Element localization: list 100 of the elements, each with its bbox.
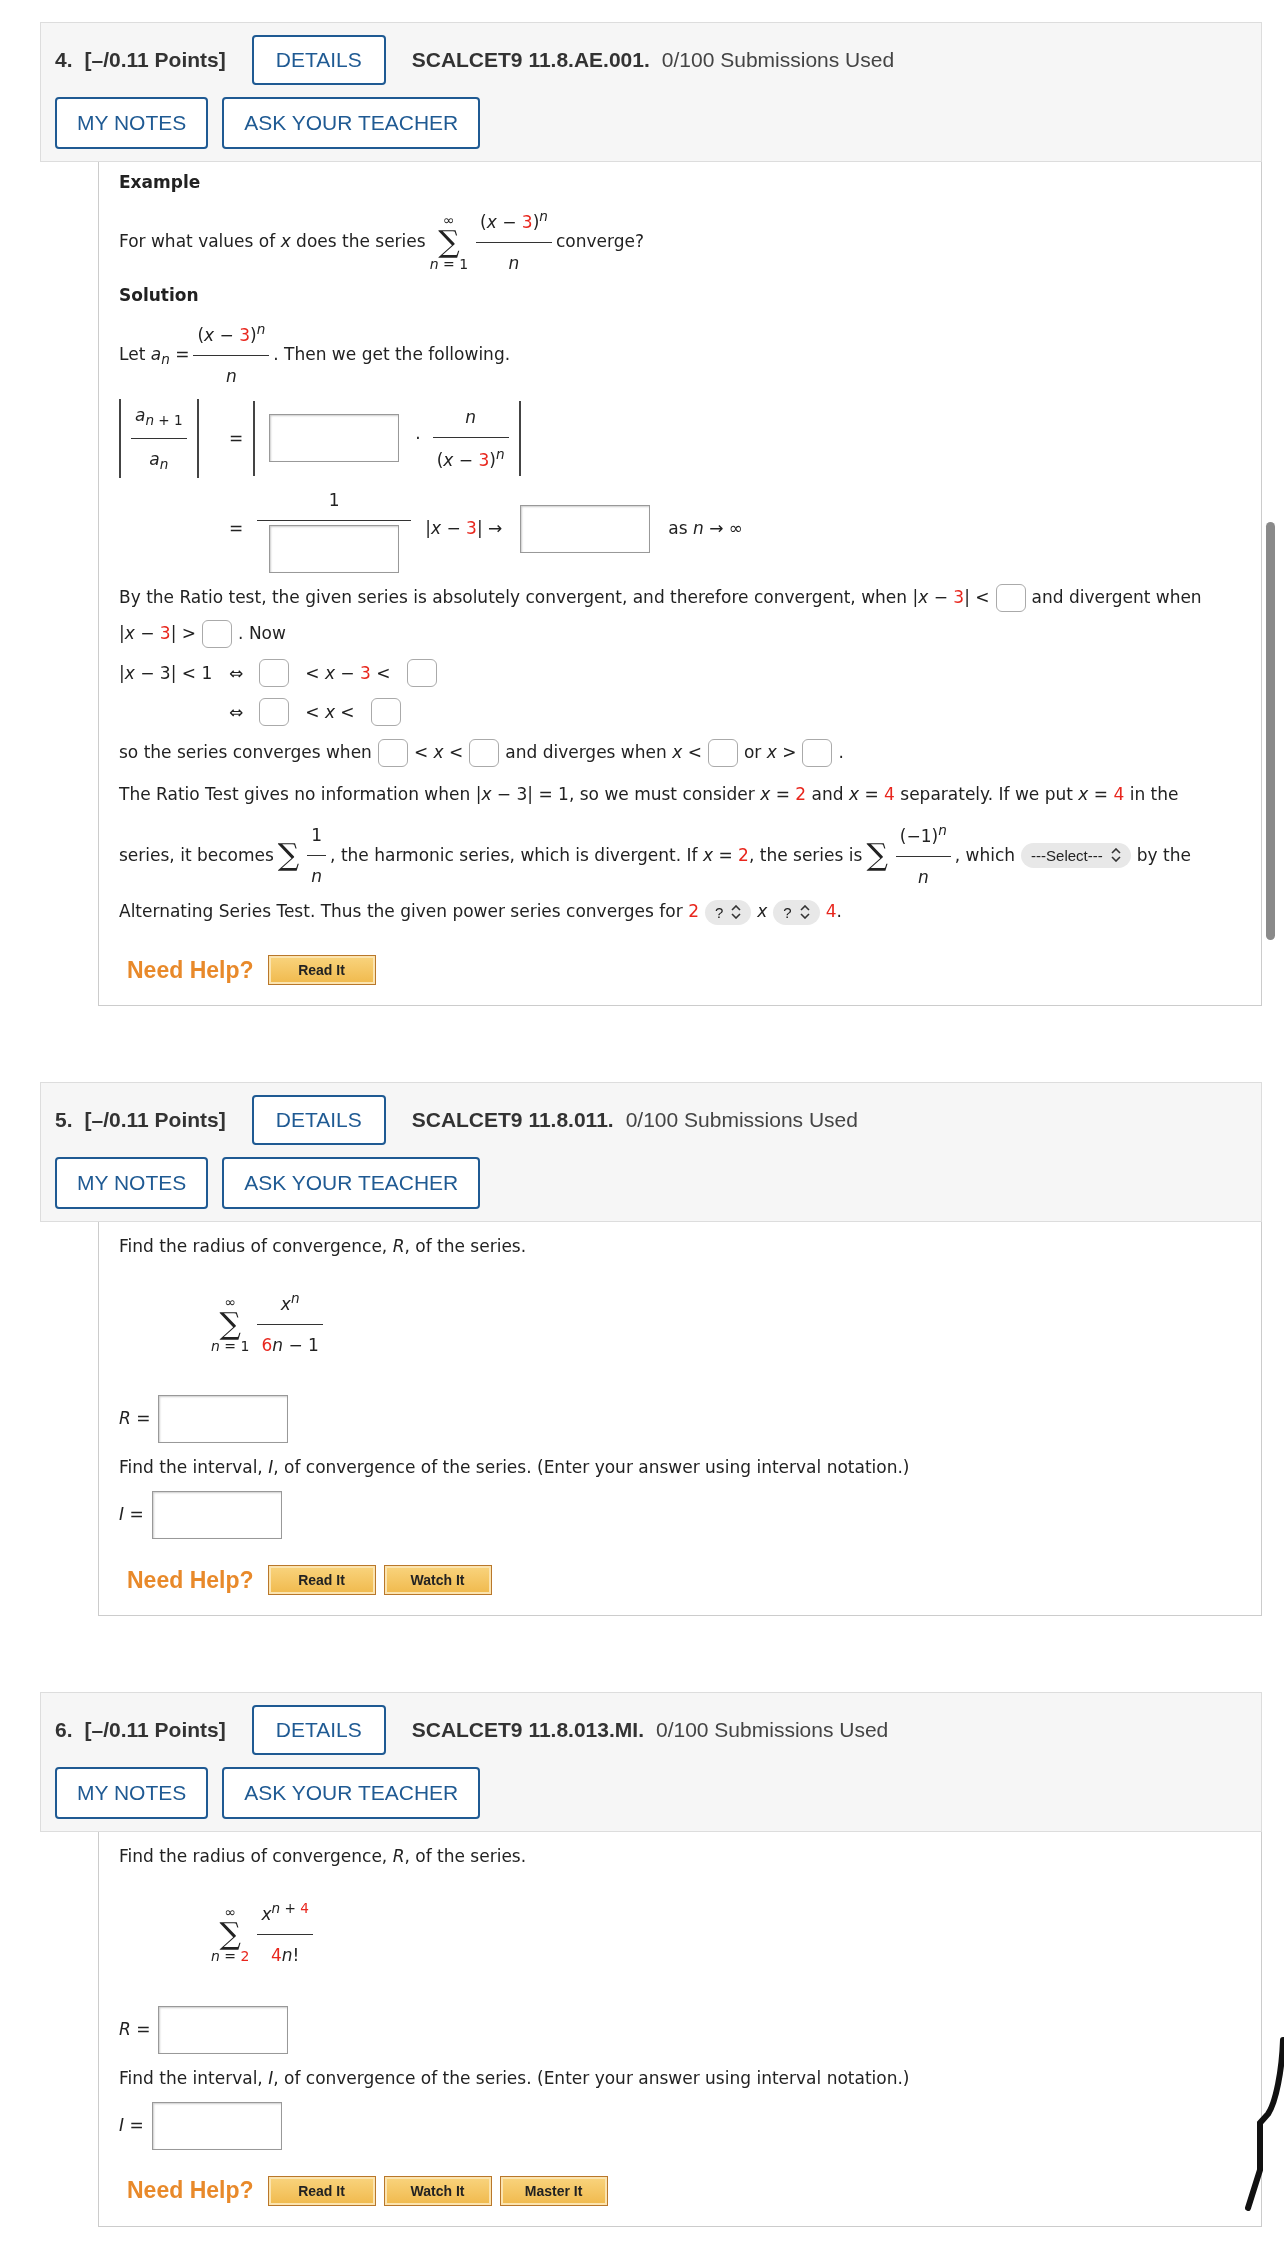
answer-box[interactable] [202, 620, 233, 649]
problem-code: SCALCET9 11.8.011. [411, 1108, 614, 1133]
body-text: Find the interval, I, of convergence of the series. (Enter your answer using interval notation.) [119, 2067, 910, 2088]
outline-button[interactable]: MY NOTES [55, 1767, 209, 1820]
help-button[interactable]: Watch It [383, 1565, 492, 1596]
body-text: |x − 3| → [425, 517, 503, 541]
submissions-count: 0/100 Submissions Used [661, 48, 895, 72]
body-text: The Ratio Test gives no information when |x − 3| = 1, so we must consider x = 2 and x = 4 separately. If we put x = 4 in the [119, 783, 1179, 804]
body-text: . Then we get the following. [273, 343, 511, 364]
answer-box[interactable] [269, 525, 400, 574]
sigma-symbol: ∑ [438, 226, 460, 257]
body-text: Alternating Series Test. Thus the given power series converges for 2 [119, 901, 699, 922]
details-button[interactable]: DETAILS [251, 1095, 386, 1146]
body-text: (x − 3)$^{n}$ [480, 207, 548, 234]
answer-box[interactable] [158, 2005, 289, 2054]
answer-box[interactable] [377, 738, 408, 767]
select-dropdown[interactable]: ? [773, 899, 820, 925]
body-text: (−1)$^{n}$ [899, 820, 947, 848]
outline-button[interactable]: ASK YOUR TEACHER [222, 1157, 481, 1210]
problem-code: SCALCET9 11.8.AE.001. [411, 48, 650, 72]
body-text: n [225, 365, 237, 389]
chevron-icon [799, 905, 810, 920]
body-text: a$_{n}$ [149, 447, 169, 475]
details-button[interactable]: DETAILS [251, 35, 386, 85]
answer-box[interactable] [469, 738, 500, 767]
help-button[interactable]: Watch It [383, 2175, 492, 2206]
outline-button[interactable]: ASK YOUR TEACHER [222, 97, 481, 149]
body-text: I = [119, 1504, 144, 1525]
points-label: [–/0.11 Points] [84, 48, 226, 72]
submissions-count: 0/100 Submissions Used [625, 1108, 858, 1133]
body-text: series, it becomes [119, 844, 274, 865]
body-text: . [838, 741, 844, 762]
sigma-symbol: ∑ [219, 1308, 241, 1339]
answer-box[interactable] [520, 504, 651, 553]
scrollbar-thumb[interactable] [1266, 522, 1275, 940]
sigma-symbol: ∑ [866, 840, 888, 871]
body-text: (x − 3)$^{n}$ [197, 320, 266, 347]
answer-box[interactable] [158, 1395, 289, 1444]
body-text: ⇔ [229, 700, 244, 724]
body-text: , which [954, 844, 1016, 865]
need-help-label: Need Help? [127, 956, 254, 984]
body-text: n [311, 864, 323, 888]
chevron-icon [731, 905, 742, 920]
outline-button[interactable]: ASK YOUR TEACHER [222, 1767, 481, 1820]
body-text: x$^{n}$ [280, 1289, 300, 1316]
body-text: R = [119, 1408, 151, 1429]
body-text: = [229, 517, 244, 541]
sum-limit: ∞ [443, 212, 455, 227]
answer-box[interactable] [370, 697, 401, 726]
body-text: < x < [305, 700, 355, 724]
answer-box[interactable] [151, 2101, 282, 2150]
body-text: · [415, 427, 421, 451]
answer-box[interactable] [406, 659, 437, 688]
select-dropdown[interactable]: ---Select--- [1021, 842, 1131, 868]
body-text: For what values of x does the series [119, 230, 426, 251]
sigma-symbol: ∑ [277, 840, 300, 871]
answer-box[interactable] [707, 738, 738, 767]
section-heading: Example [119, 172, 202, 192]
body-text: |x − 3| < 1 [119, 662, 213, 686]
answer-box[interactable] [259, 697, 290, 726]
question-number: 4. [55, 48, 73, 72]
help-button[interactable]: Read It [267, 2175, 376, 2206]
body-text: < x < [413, 741, 464, 762]
section-heading: Solution [119, 285, 200, 306]
submissions-count: 0/100 Submissions Used [655, 1718, 889, 1743]
body-text: . Now [238, 623, 286, 644]
body-text: I = [119, 2114, 144, 2135]
body-text: Find the radius of convergence, R, of the series. [119, 1846, 527, 1867]
body-text: Let a$_{n}$ = [119, 343, 190, 364]
body-text: By the Ratio test, the given series is absolutely convergent, and therefore convergent, when |x − 3| < [119, 587, 990, 608]
need-help-label: Need Help? [127, 2177, 254, 2205]
outline-button[interactable]: MY NOTES [55, 97, 209, 149]
answer-box[interactable] [269, 414, 400, 463]
body-text: = [229, 427, 244, 451]
body-text: or x > [743, 741, 797, 762]
body-text: (x − 3)$^{n}$ [436, 444, 505, 472]
help-button[interactable]: Read It [267, 1565, 376, 1596]
body-text: as n → ∞ [668, 517, 743, 541]
answer-box[interactable] [259, 659, 290, 688]
body-text: R = [119, 2018, 151, 2039]
need-help-label: Need Help? [127, 1566, 254, 1594]
body-text: 1 [311, 823, 323, 847]
select-dropdown[interactable]: ? [704, 899, 752, 925]
points-label: [–/0.11 Points] [84, 1718, 226, 1743]
body-text: 1 [328, 488, 340, 512]
body-text: and divergent when [1031, 587, 1202, 608]
problem-code: SCALCET9 11.8.013.MI. [411, 1718, 644, 1743]
outline-button[interactable]: MY NOTES [55, 1157, 209, 1210]
details-button[interactable]: DETAILS [251, 1705, 386, 1756]
question-number: 6. [55, 1718, 73, 1743]
answer-box[interactable] [151, 1491, 282, 1540]
body-text: so the series converges when [119, 741, 372, 762]
answer-box[interactable] [995, 584, 1026, 613]
help-button[interactable]: Read It [267, 955, 376, 986]
question-number: 5. [55, 1108, 73, 1133]
chevron-icon [1110, 848, 1121, 863]
body-text: |x − 3| > [119, 623, 197, 644]
help-button[interactable]: Master It [499, 2175, 608, 2206]
answer-box[interactable] [802, 738, 833, 767]
body-text: 4n! [270, 1944, 300, 1968]
